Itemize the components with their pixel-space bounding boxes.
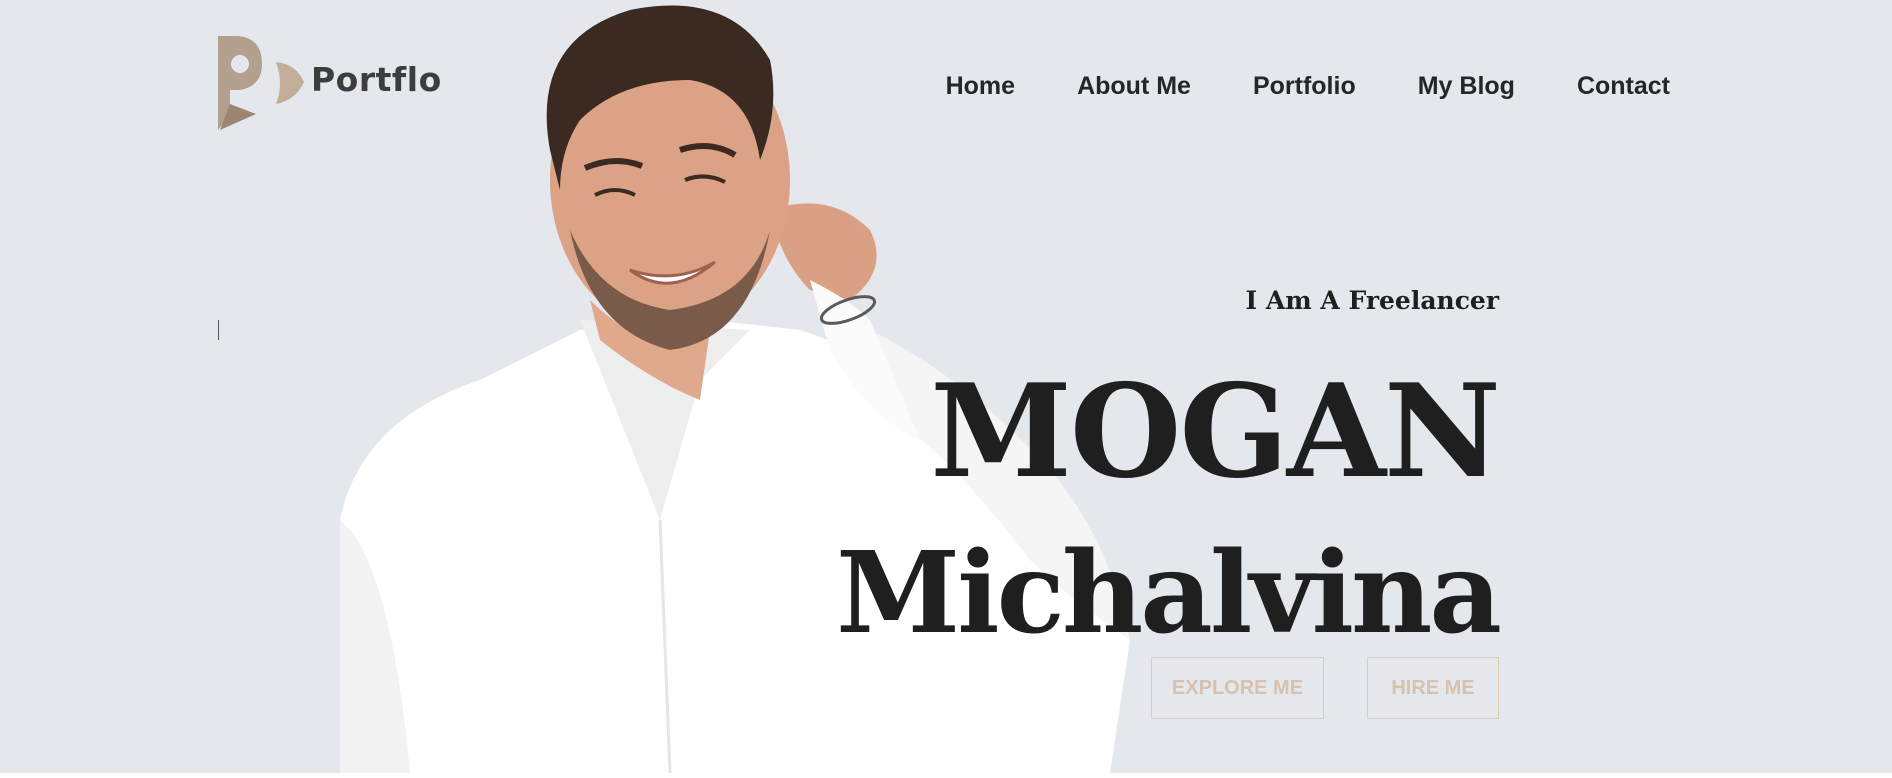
nav-contact[interactable]: Contact bbox=[1577, 72, 1670, 101]
explore-me-button[interactable]: EXPLORE ME bbox=[1151, 657, 1324, 719]
hero-last-name: Michalvina bbox=[836, 528, 1502, 659]
logo-mark-icon bbox=[218, 36, 304, 130]
nav-my-blog[interactable]: My Blog bbox=[1418, 72, 1515, 101]
hero-section: Portflo Home About Me Portfolio My Blog … bbox=[0, 0, 1892, 773]
hero-first-name: MOGAN bbox=[930, 357, 1501, 507]
hire-me-button[interactable]: HIRE ME bbox=[1367, 657, 1499, 719]
scroll-indicator bbox=[218, 320, 219, 340]
hero-tagline: I Am A Freelancer bbox=[1245, 286, 1499, 315]
nav-portfolio[interactable]: Portfolio bbox=[1253, 72, 1356, 101]
